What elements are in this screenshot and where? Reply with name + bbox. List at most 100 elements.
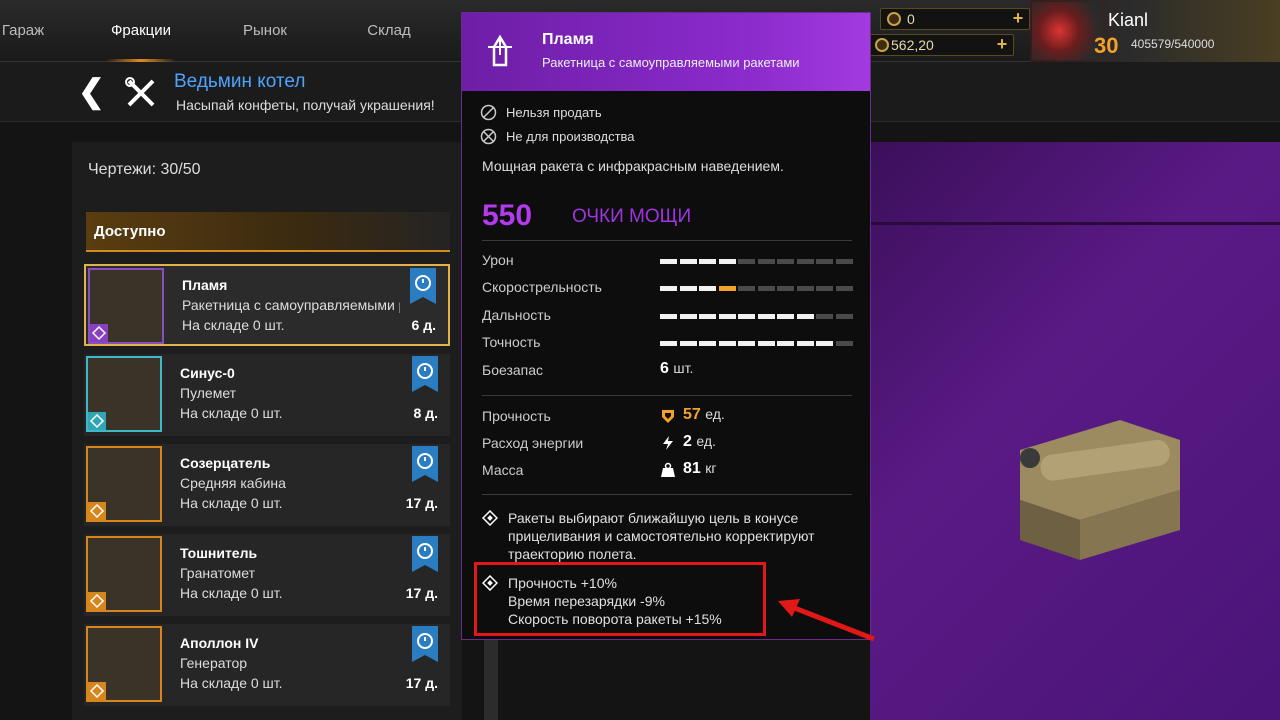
- item-stock: На складе 0 шт.: [180, 495, 283, 511]
- stat-firerate-label: Скорострельность: [482, 279, 602, 295]
- perk-line: Ракеты выбирают ближайшую цель в конусе: [508, 510, 799, 526]
- timer-icon: [412, 626, 438, 662]
- add-currency-button[interactable]: +: [993, 35, 1011, 54]
- stat-bar-segment: [777, 286, 794, 291]
- stat-bar-segment: [660, 314, 677, 319]
- list-item[interactable]: Пламя Ракетница с самоуправляемыми ракет…: [84, 264, 450, 346]
- stat-bar-segment: [777, 314, 794, 319]
- energy-unit: ед.: [696, 433, 716, 449]
- stat-bar-segment: [796, 341, 814, 346]
- stat-bar-segment: [660, 341, 677, 346]
- stat-energy-label: Расход энергии: [482, 435, 584, 451]
- list-item[interactable]: Аполлон IV Генератор На складе 0 шт. 17 …: [84, 624, 450, 706]
- section-header-available: Доступно: [86, 212, 450, 252]
- stat-energy-value: 2 ед.: [683, 433, 716, 451]
- mass-unit: кг: [705, 460, 717, 476]
- stat-firerate-bar: [660, 286, 853, 291]
- item-days: 8 д.: [413, 405, 438, 421]
- add-coins-button[interactable]: +: [1009, 9, 1027, 28]
- list-item[interactable]: Тошнитель Гранатомет На складе 0 шт. 17 …: [84, 534, 450, 616]
- stat-bar-segment: [835, 341, 853, 346]
- divider: [870, 222, 1280, 225]
- stat-bar-segment: [816, 314, 833, 319]
- item-thumbnail: [86, 536, 162, 612]
- perk-line: траекторию полета.: [508, 546, 637, 562]
- item-type: Средняя кабина: [180, 475, 286, 491]
- stat-bar-segment: [699, 341, 716, 346]
- stat-bar-segment: [699, 259, 716, 264]
- rocket-launcher-model: [1020, 420, 1180, 560]
- flag-label: Не для производства: [506, 129, 635, 144]
- weight-icon: [661, 462, 675, 477]
- item-stock: На складе 0 шт.: [180, 405, 283, 421]
- item-type: Гранатомет: [180, 565, 255, 581]
- stat-bar-segment: [816, 286, 833, 291]
- blueprints-count: Чертежи: 30/50: [88, 161, 201, 178]
- item-days: 17 д.: [405, 495, 438, 511]
- perk-diamond-icon: [482, 510, 498, 526]
- currency-value: 562,20: [891, 37, 934, 53]
- tab-garage[interactable]: Гараж: [0, 0, 48, 62]
- stat-bar-segment: [738, 341, 755, 346]
- stat-bar-segment: [679, 286, 697, 291]
- stat-durability-label: Прочность: [482, 408, 551, 424]
- player-xp: 405579/540000: [1131, 37, 1215, 51]
- rarity-icon: [90, 324, 108, 342]
- power-score: 550: [482, 199, 533, 232]
- stat-bar-segment: [835, 286, 853, 291]
- rocket-class-icon: [488, 34, 512, 67]
- tab-market[interactable]: Рынок: [230, 0, 300, 62]
- stat-ammo-label: Боезапас: [482, 362, 544, 378]
- timer-icon: [412, 446, 438, 482]
- currency-counter: 562,20 +: [868, 34, 1014, 56]
- stat-bar-segment: [816, 259, 833, 264]
- stat-bar-segment: [796, 259, 814, 264]
- stat-bar-segment: [757, 259, 775, 264]
- item-type: Генератор: [180, 655, 248, 671]
- rarity-icon: [88, 592, 106, 610]
- annotation-arrow: [778, 599, 875, 642]
- rarity-icon: [88, 682, 106, 700]
- item-tooltip: Пламя Ракетница с самоуправляемыми ракет…: [461, 12, 871, 640]
- stat-bar-segment: [660, 259, 677, 264]
- stat-accuracy-bar: [660, 341, 853, 346]
- item-stock: На складе 0 шт.: [180, 675, 283, 691]
- stat-bar-segment: [835, 314, 853, 319]
- item-days: 17 д.: [405, 585, 438, 601]
- durability-unit: ед.: [705, 406, 725, 422]
- item-name: Созерцатель: [180, 455, 271, 471]
- currency-icon: [875, 38, 889, 52]
- tab-storage[interactable]: Склад: [354, 0, 424, 62]
- item-thumbnail: [86, 356, 162, 432]
- back-button[interactable]: ❮: [78, 72, 105, 110]
- page-subtitle: Насыпай конфеты, получай украшения!: [176, 97, 435, 113]
- stat-damage-bar: [660, 259, 853, 264]
- coin-icon: [887, 12, 901, 26]
- shield-icon: [662, 410, 674, 423]
- timer-icon: [410, 268, 436, 304]
- list-item[interactable]: Синус-0 Пулемет На складе 0 шт. 8 д.: [84, 354, 450, 436]
- stat-bar-segment: [718, 286, 736, 291]
- perk-line: прицеливания и самостоятельно корректиру…: [508, 528, 815, 544]
- player-name: Kianl: [1108, 10, 1149, 30]
- avatar: [1032, 2, 1100, 60]
- tooltip-subtitle: Ракетница с самоуправляемыми ракетами: [542, 55, 800, 70]
- item-type: Пулемет: [180, 385, 237, 401]
- stat-range-bar: [660, 314, 853, 319]
- item-name: Тошнитель: [180, 545, 258, 561]
- item-name: Аполлон IV: [180, 635, 259, 651]
- player-profile[interactable]: Kianl 30 405579/540000: [1030, 0, 1280, 62]
- stat-bar-segment: [757, 341, 775, 346]
- stat-durability-value: 57 ед.: [683, 406, 725, 424]
- stat-bar-segment: [835, 259, 853, 264]
- stat-ammo-value: 6 шт.: [660, 360, 693, 378]
- timer-icon: [412, 356, 438, 392]
- tooltip-title: Пламя: [542, 31, 594, 48]
- list-item[interactable]: Созерцатель Средняя кабина На складе 0 ш…: [84, 444, 450, 526]
- perk-1: Ракеты выбирают ближайшую цель в конусе …: [508, 509, 815, 563]
- stat-damage-label: Урон: [482, 252, 514, 268]
- tab-factions[interactable]: Фракции: [96, 0, 186, 62]
- stat-bar-segment: [679, 314, 697, 319]
- item-stock: На складе 0 шт.: [180, 585, 283, 601]
- stat-bar-segment: [699, 286, 716, 291]
